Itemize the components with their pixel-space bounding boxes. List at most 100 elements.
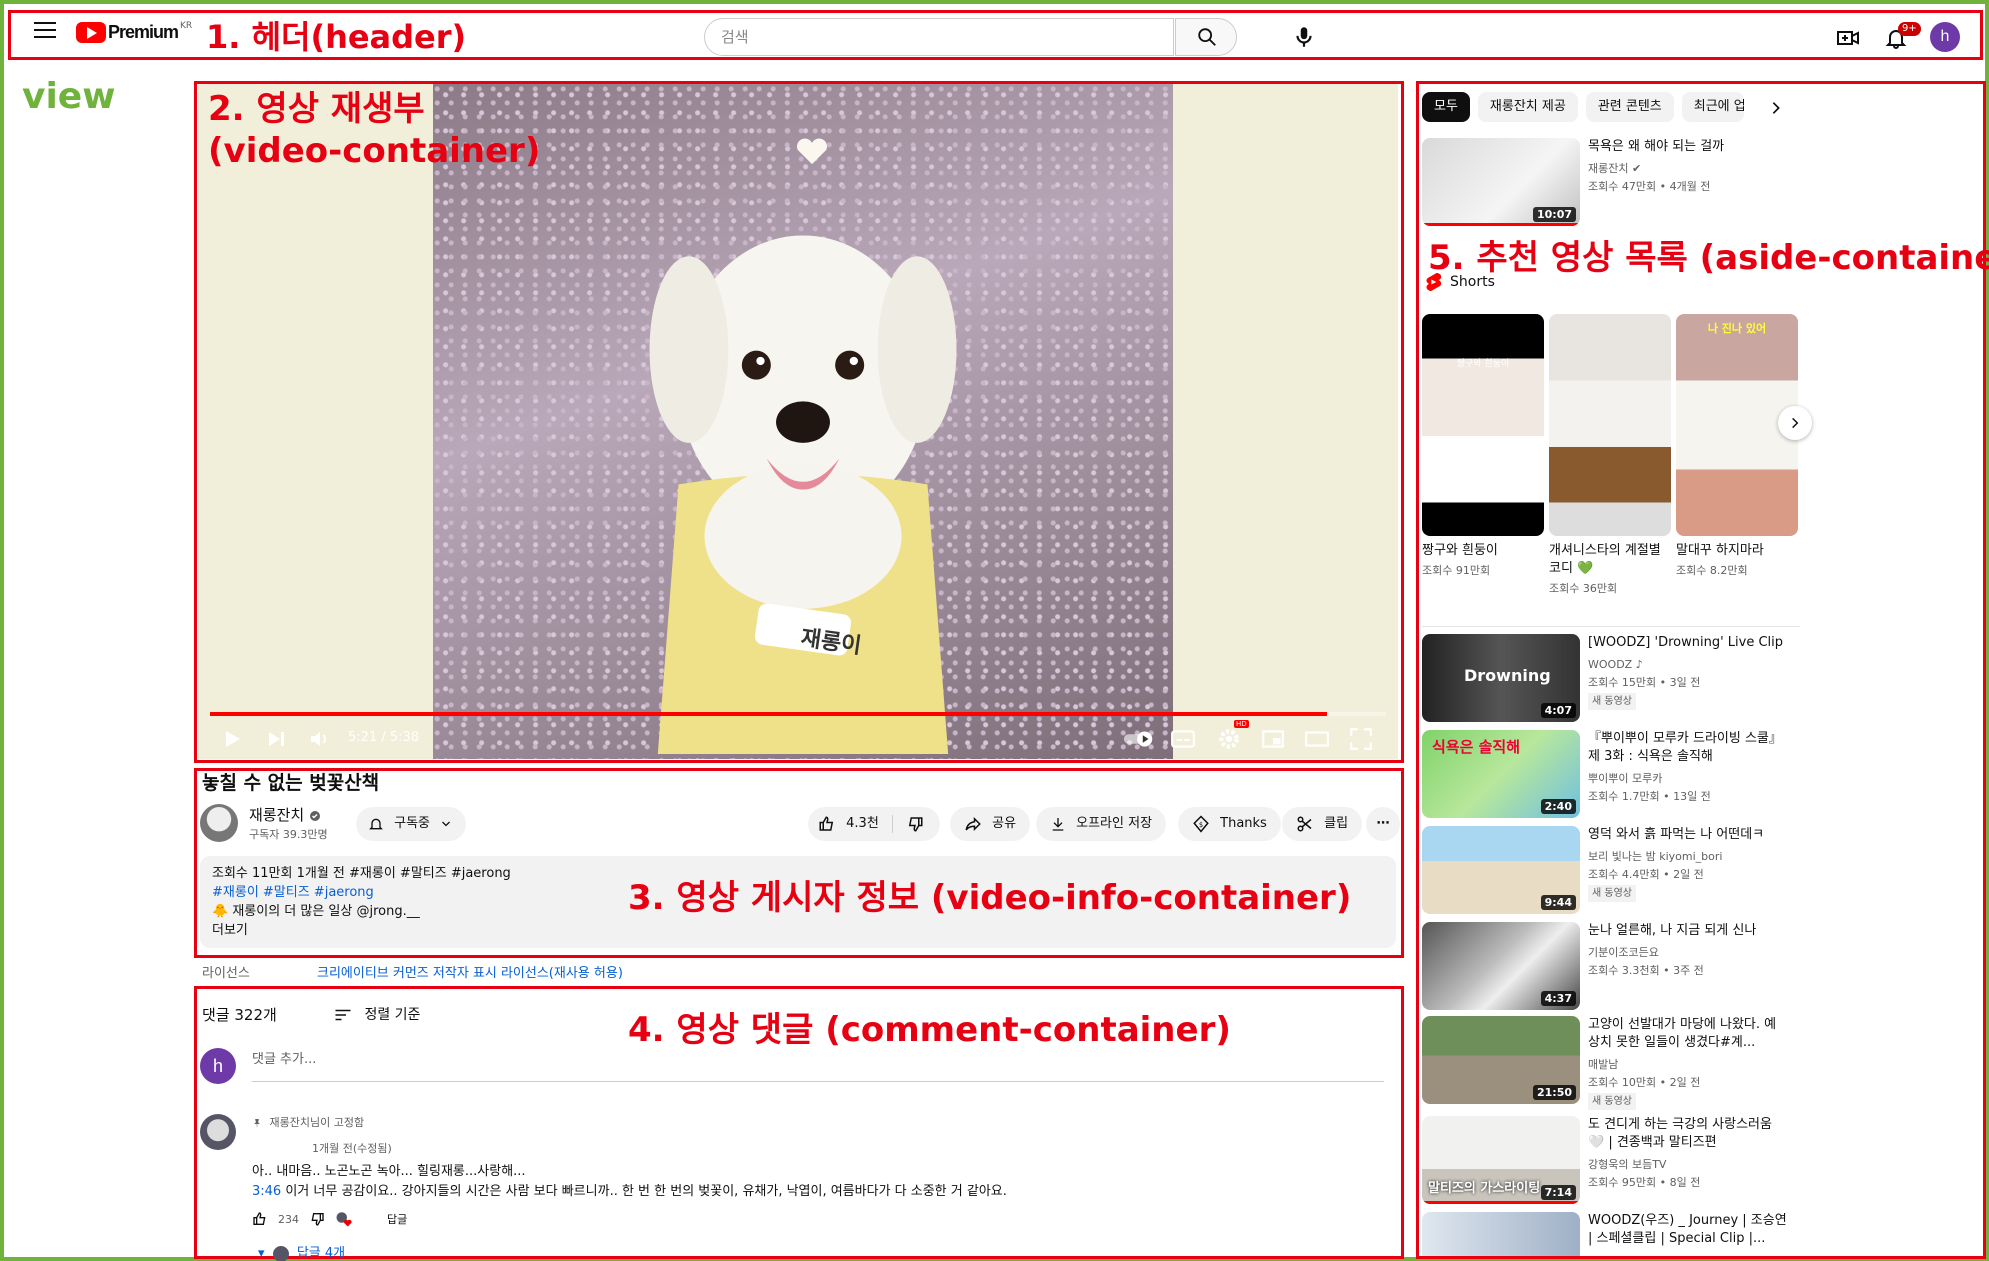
comment-input[interactable]: 댓글 추가...	[252, 1048, 1384, 1082]
rec-thumbnail[interactable]: 9:44	[1422, 826, 1580, 914]
rec-video[interactable]: 21:50 고양이 선발대가 마당에 나왔다. 예상치 못한 일들이 생겼다#계…	[1422, 1016, 1962, 1110]
rec-video[interactable]: WOODZ(우즈) _ Journey | 조승연 | 스페셜클립 | Spec…	[1422, 1212, 1962, 1256]
thumbs-down-icon[interactable]	[906, 815, 924, 833]
chip-all[interactable]: 모두	[1422, 92, 1470, 122]
new-video-badge: 새 동영상	[1588, 693, 1636, 710]
shorts-views: 조회수 91만회	[1422, 564, 1491, 577]
menu-icon[interactable]	[34, 22, 56, 40]
video-annotation-box	[194, 81, 1404, 763]
comment-text-body: 이거 너무 공감이요.. 강아지들의 시간은 사람 보다 빠르니까.. 한 번 …	[281, 1184, 1007, 1199]
rec-first[interactable]: 10:07 목욕은 왜 해야 되는 걸까 재롱잔치 ✔ 조회수 47만회 • 4…	[1422, 138, 1962, 228]
rec-title[interactable]: 영덕 와서 흙 파먹는 나 어떤데ㅋ	[1588, 826, 1788, 844]
rec-thumbnail[interactable]: 21:50	[1422, 1016, 1580, 1104]
rec-channel-name: 재롱잔치	[1588, 162, 1629, 175]
like-button[interactable]: 4.3천	[818, 807, 879, 841]
search-input[interactable]: 검색	[704, 18, 1174, 56]
share-button[interactable]: 공유	[950, 807, 1031, 841]
rec-video[interactable]: 식욕은 솔직해 2:40 『뿌이뿌이 모루카 드라이빙 스쿨』제 3화 : 식욕…	[1422, 730, 1962, 820]
create-video-icon[interactable]	[1836, 26, 1860, 50]
rec-tag: 새 동영상	[1588, 1092, 1636, 1110]
rec-channel: 뿌이뿌이 모루카	[1588, 772, 1663, 785]
rec-thumbnail[interactable]: 10:07	[1422, 138, 1580, 226]
comment-timestamp-link[interactable]: 3:46	[252, 1184, 281, 1199]
subscribe-button[interactable]: 구독중	[356, 807, 467, 841]
rec-video[interactable]: 9:44 영덕 와서 흙 파먹는 나 어떤데ㅋ 보리 빛나는 밤 kiyomi_…	[1422, 826, 1962, 916]
view-annotation: view	[22, 76, 116, 117]
like-dislike-group: 4.3천	[808, 807, 940, 841]
search-button[interactable]	[1175, 18, 1237, 56]
commenter-avatar[interactable]	[200, 1114, 236, 1150]
chip-related[interactable]: 관련 콘텐츠	[1585, 92, 1674, 122]
download-button[interactable]: 오프라인 저장	[1036, 807, 1167, 841]
duration: 4:37	[1540, 991, 1576, 1006]
rec-thumbnail[interactable]: Drowning 4:07	[1422, 634, 1580, 722]
video-title: 놓칠 수 없는 벚꽃산책	[202, 772, 380, 794]
license-link[interactable]: 크리에이티브 커먼즈 저작자 표시 라이선스(재사용 허용)	[317, 962, 623, 981]
duration: 10:07	[1532, 207, 1576, 222]
duration: 4:07	[1540, 703, 1576, 718]
thanks-label: Thanks	[1220, 816, 1267, 831]
shorts-card[interactable]: 개셔니스타의 계절별 코디 💚 조회수 36만회	[1549, 314, 1671, 596]
rec-video[interactable]: 4:37 눈나 얼른해, 나 지금 되게 신나 기분이조코든요 조회수 3.3천…	[1422, 922, 1962, 1012]
description-more-button[interactable]: 더보기	[212, 921, 1384, 940]
chip-recent[interactable]: 최근에 업	[1681, 92, 1744, 122]
chevron-down-icon: ▾	[258, 1246, 265, 1261]
share-label: 공유	[992, 816, 1017, 831]
replies-toggle[interactable]: ▾ 답글 4개	[258, 1242, 345, 1261]
clip-button[interactable]: 클립	[1282, 807, 1363, 841]
rec-title[interactable]: [WOODZ] 'Drowning' Live Clip	[1588, 634, 1788, 652]
rec-thumbnail[interactable]: 4:37	[1422, 922, 1580, 1010]
youtube-logo[interactable]: Premium KR	[76, 20, 193, 43]
thanks-button[interactable]: $ Thanks	[1178, 807, 1281, 841]
rec-thumbnail[interactable]	[1422, 1212, 1580, 1256]
share-icon	[965, 816, 981, 831]
divider	[1422, 626, 1800, 627]
rec-thumbnail[interactable]: 식욕은 솔직해 2:40	[1422, 730, 1580, 818]
rec-title[interactable]: WOODZ(우즈) _ Journey | 조승연 | 스페셜클립 | Spec…	[1588, 1212, 1788, 1248]
comment-text-line1: 아.. 내마음.. 노곤노곤 녹아... 힐링재롱...사랑해...	[252, 1164, 526, 1179]
more-actions-button[interactable]: ⋯	[1366, 807, 1400, 841]
account-avatar[interactable]: h	[1930, 22, 1960, 52]
shorts-card[interactable]: 짱구와 흰둥이 짱구와 흰둥이 조회수 91만회	[1422, 314, 1544, 578]
shorts-card[interactable]: 나 진나 있어 말대꾸 하지마라 조회수 8.2만회	[1676, 314, 1798, 578]
progress-watched	[1422, 1201, 1580, 1204]
rec-meta: 조회수 3.3천회 • 3주 전	[1588, 964, 1704, 977]
channel-avatar[interactable]	[200, 804, 238, 842]
rec-meta: 조회수 1.7만회 • 13일 전	[1588, 790, 1711, 803]
rec-meta: 조회수 4.4만회 • 2일 전	[1588, 868, 1704, 881]
chip-channel[interactable]: 재롱잔치 제공	[1477, 92, 1578, 122]
rec-video[interactable]: 말티즈의 가스라이팅 7:14 도 견디게 하는 극강의 사랑스러움 🤍 | 견…	[1422, 1116, 1962, 1206]
rec-title[interactable]: 『뿌이뿌이 모루카 드라이빙 스쿨』제 3화 : 식욕은 솔직해	[1588, 730, 1788, 766]
rec-thumbnail[interactable]: 말티즈의 가스라이팅 7:14	[1422, 1116, 1580, 1204]
shorts-label: Shorts	[1450, 274, 1495, 290]
rec-title[interactable]: 고양이 선발대가 마당에 나왔다. 예상치 못한 일들이 생겼다#계...	[1588, 1016, 1788, 1052]
thumbs-down-icon[interactable]	[309, 1211, 325, 1227]
shorts-thumbnail[interactable]	[1549, 314, 1671, 536]
logo-region: KR	[180, 20, 193, 31]
shorts-next-button[interactable]	[1778, 406, 1812, 440]
rec-title[interactable]: 도 견디게 하는 극강의 사랑스러움 🤍 | 견종백과 말티즈편	[1588, 1116, 1788, 1152]
download-icon	[1052, 817, 1064, 831]
rec-video[interactable]: Drowning 4:07 [WOODZ] 'Drowning' Live Cl…	[1422, 634, 1962, 724]
pinned-label: 재롱잔치님이 고정함	[252, 1114, 364, 1130]
chevron-down-icon	[442, 821, 451, 826]
rec-title[interactable]: 눈나 얼른해, 나 지금 되게 신나	[1588, 922, 1788, 940]
duration: 2:40	[1540, 799, 1576, 814]
mic-icon[interactable]	[1291, 24, 1317, 50]
channel-name[interactable]: 재롱잔치	[249, 804, 321, 825]
sort-label: 정렬 기준	[364, 1007, 421, 1023]
shorts-thumbnail[interactable]: 짱구와 흰둥이	[1422, 314, 1544, 536]
sort-icon	[335, 1009, 351, 1021]
rec-meta: 조회수 95만회 • 8일 전	[1588, 1176, 1701, 1189]
thumbs-up-icon[interactable]	[252, 1211, 268, 1227]
info-annotation: 3. 영상 게시자 정보 (video-info-container)	[628, 878, 1352, 918]
rec-title[interactable]: 목욕은 왜 해야 되는 걸까	[1588, 138, 1788, 156]
chevron-right-icon[interactable]	[1768, 100, 1784, 116]
shorts-title: 개셔니스타의 계절별 코디 💚	[1549, 543, 1661, 576]
sort-button[interactable]: 정렬 기준	[334, 1004, 420, 1024]
rec-meta: 조회수 15만회 • 3일 전	[1588, 676, 1701, 689]
video-annotation: 2. 영상 재생부 (video-container)	[208, 89, 541, 171]
shorts-views: 조회수 36만회	[1549, 582, 1618, 595]
reply-button[interactable]: 답글	[387, 1211, 407, 1227]
svg-text:$: $	[1199, 821, 1203, 829]
